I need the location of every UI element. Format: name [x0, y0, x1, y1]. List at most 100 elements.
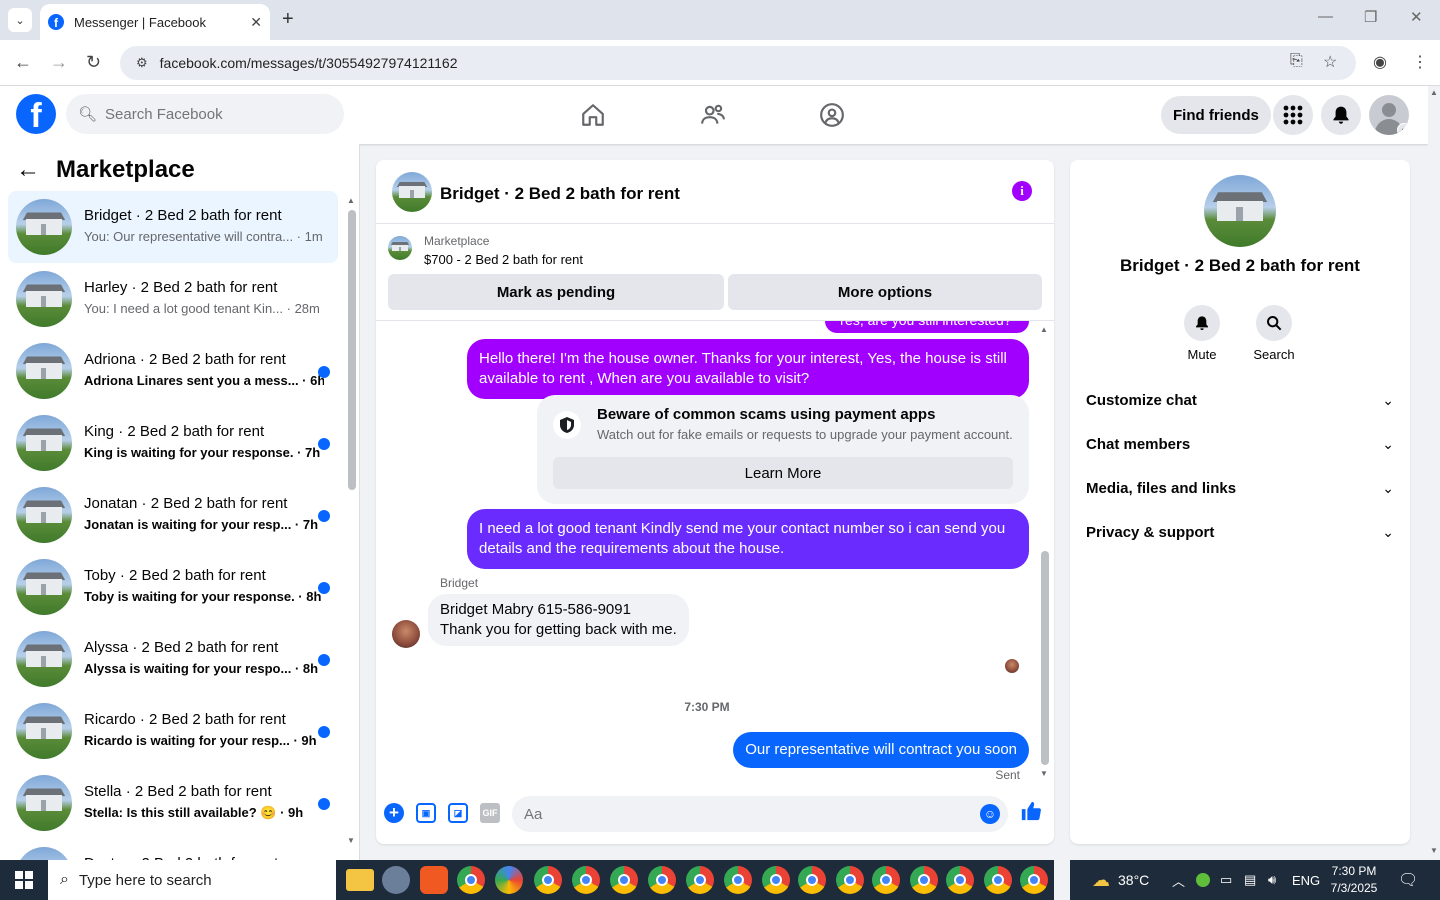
outgoing-message: Hello there! I'm the house owner. Thanks…	[467, 339, 1029, 399]
notifications-bell-icon[interactable]	[1321, 95, 1361, 135]
restore-icon[interactable]: ❐	[1364, 8, 1377, 26]
plus-icon[interactable]: +	[384, 803, 404, 823]
menu-grid-icon[interactable]	[1273, 95, 1313, 135]
chat-avatar[interactable]	[392, 172, 432, 212]
conversation-item[interactable]: Toby · 2 Bed 2 bath for rent Toby is wait…	[8, 551, 338, 623]
more-options-button[interactable]: More options	[728, 274, 1042, 310]
sticker-icon[interactable]: ◪	[448, 803, 468, 823]
groups-icon[interactable]	[817, 100, 847, 130]
conversation-item[interactable]: Adriona · 2 Bed 2 bath for rent Adriona L…	[8, 335, 338, 407]
tray-app-icon[interactable]	[1196, 860, 1210, 900]
horizontal-scrollbar[interactable]	[1054, 860, 1070, 900]
taskbar-clock[interactable]: 7:30 PM 7/3/2025	[1318, 863, 1390, 897]
browser-menu-icon[interactable]: ⋮	[1412, 52, 1428, 72]
conversation-item[interactable]: Bridget · 2 Bed 2 bath for rent You: Our …	[8, 191, 338, 263]
chrome-icon[interactable]	[648, 866, 676, 894]
install-app-icon[interactable]: ⎘	[1290, 52, 1303, 70]
tab-close-icon[interactable]: ✕	[250, 14, 262, 31]
profile-icon[interactable]: ◉	[1373, 52, 1387, 72]
reload-icon[interactable]: ↻	[86, 52, 101, 73]
chrome-icon[interactable]	[724, 866, 752, 894]
facebook-logo[interactable]: f	[16, 94, 56, 134]
gif-icon[interactable]: GIF	[480, 803, 500, 823]
new-tab-button[interactable]: +	[282, 8, 294, 31]
chat-members-section[interactable]: Chat members ⌄	[1078, 422, 1402, 466]
sidebar-scrollbar[interactable]: ▲ ▼	[344, 196, 358, 846]
chrome-icon[interactable]	[610, 866, 638, 894]
chrome-icon[interactable]	[572, 866, 600, 894]
unread-dot	[318, 798, 330, 810]
photo-icon[interactable]: ▣	[416, 803, 436, 823]
address-bar[interactable]: ⚙ facebook.com/messages/t/30554927974121…	[120, 46, 1356, 80]
message-input[interactable]	[524, 805, 964, 823]
conversation-item[interactable]: Stella · 2 Bed 2 bath for rent Stella: Is…	[8, 767, 338, 839]
language-indicator[interactable]: ENG	[1292, 860, 1320, 900]
chrome-icon[interactable]	[946, 866, 974, 894]
app-icon[interactable]	[495, 866, 523, 894]
search-in-chat-button[interactable]: Search	[1238, 305, 1310, 362]
site-info-icon[interactable]: ⚙	[136, 55, 148, 71]
close-window-icon[interactable]: ✕	[1410, 8, 1423, 26]
friends-icon[interactable]	[698, 100, 728, 130]
meet-now-icon[interactable]: ▭	[1220, 860, 1232, 900]
emoji-icon[interactable]: ☺	[980, 804, 1000, 824]
back-arrow-icon[interactable]: ←	[16, 156, 40, 184]
chrome-icon[interactable]	[534, 866, 562, 894]
privacy-support-section[interactable]: Privacy & support ⌄	[1078, 510, 1402, 554]
file-explorer-icon[interactable]	[346, 869, 374, 891]
mute-button[interactable]: Mute	[1166, 305, 1238, 362]
conversation-item[interactable]: Alyssa · 2 Bed 2 bath for rent Alyssa is …	[8, 623, 338, 695]
conversation-sidebar: ← Marketplace Bridget · 2 Bed 2 bath for…	[0, 144, 360, 900]
listing-title[interactable]: $700 - 2 Bed 2 bath for rent	[424, 252, 583, 267]
chrome-icon[interactable]	[798, 866, 826, 894]
taskbar-search[interactable]: ⌕ Type here to search	[48, 860, 336, 900]
page-scrollbar[interactable]: ▲ ▼	[1428, 86, 1440, 860]
chrome-icon[interactable]	[457, 866, 485, 894]
chat-header: Bridget · 2 Bed 2 bath for rent i	[376, 160, 1054, 224]
thumbs-up-icon[interactable]	[1020, 800, 1042, 828]
chrome-icon[interactable]	[984, 866, 1012, 894]
chat-title[interactable]: Bridget · 2 Bed 2 bath for rent	[440, 184, 680, 204]
forward-icon[interactable]: →	[50, 52, 68, 73]
notification-center-icon[interactable]: 🗨︎	[1398, 870, 1418, 890]
account-avatar[interactable]: ▾	[1369, 95, 1409, 135]
network-icon[interactable]: ▤	[1244, 860, 1256, 900]
tray-overflow-icon[interactable]: ︿	[1172, 860, 1185, 900]
listing-thumbnail[interactable]	[388, 236, 412, 260]
weather-widget[interactable]: ☁ 38°C	[1092, 860, 1149, 900]
brave-browser-icon[interactable]	[420, 866, 448, 894]
customize-chat-section[interactable]: Customize chat ⌄	[1078, 378, 1402, 422]
shield-icon	[553, 411, 581, 439]
paint-app-icon[interactable]	[382, 866, 410, 894]
conversation-item[interactable]: Jonatan · 2 Bed 2 bath for rent Jonatan i…	[8, 479, 338, 551]
conversation-item[interactable]: King · 2 Bed 2 bath for rent King is wait…	[8, 407, 338, 479]
chrome-icon[interactable]	[1020, 866, 1048, 894]
info-icon[interactable]: i	[1012, 181, 1032, 201]
conversation-item[interactable]: Ricardo · 2 Bed 2 bath for rent Ricardo i…	[8, 695, 338, 767]
chrome-icon[interactable]	[836, 866, 864, 894]
volume-icon[interactable]: 🔊︎	[1268, 860, 1276, 900]
bookmark-star-icon[interactable]: ☆	[1323, 52, 1337, 72]
conversation-item[interactable]: Harley · 2 Bed 2 bath for rent You: I nee…	[8, 263, 338, 335]
windows-start-icon[interactable]	[0, 860, 48, 900]
facebook-search-input[interactable]	[105, 105, 326, 123]
chrome-icon[interactable]	[872, 866, 900, 894]
find-friends-button[interactable]: Find friends	[1161, 96, 1271, 134]
chat-scrollbar[interactable]: ▲ ▼	[1040, 325, 1050, 785]
tab-search-button[interactable]: ⌄	[8, 8, 32, 32]
minimize-icon[interactable]: —	[1318, 8, 1333, 25]
message-input-wrapper: ☺	[512, 796, 1008, 832]
browser-tab[interactable]: f Messenger | Facebook ✕	[40, 4, 270, 40]
sender-avatar[interactable]	[392, 620, 420, 648]
back-icon[interactable]: ←	[14, 52, 32, 73]
facebook-search[interactable]: 🔍︎	[66, 94, 344, 134]
chrome-icon[interactable]	[762, 866, 790, 894]
home-icon[interactable]	[578, 100, 608, 130]
media-files-links-section[interactable]: Media, files and links ⌄	[1078, 466, 1402, 510]
contact-avatar[interactable]	[1204, 175, 1276, 247]
chrome-icon[interactable]	[910, 866, 938, 894]
learn-more-button[interactable]: Learn More	[553, 457, 1013, 489]
mark-as-pending-button[interactable]: Mark as pending	[388, 274, 724, 310]
chrome-icon[interactable]	[686, 866, 714, 894]
conversation-preview: You: Our representative will contra... ·…	[84, 229, 323, 244]
